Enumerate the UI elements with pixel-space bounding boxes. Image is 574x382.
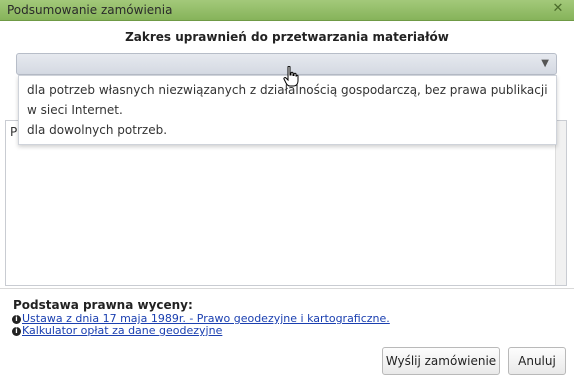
hand-pointer-icon [283, 66, 299, 87]
info-icon: i [12, 314, 21, 324]
chevron-down-icon[interactable]: ▼ [541, 58, 549, 69]
info-icon: i [12, 326, 21, 336]
notes-scrollbar[interactable] [555, 121, 566, 285]
divider [0, 288, 574, 289]
legal-link-row: i Kalkulator opłat za dane geodezyjne [12, 324, 222, 337]
dialog-title: Podsumowanie zamówienia [7, 3, 173, 17]
close-icon[interactable]: ✕ [550, 1, 566, 17]
permissions-option-any-use[interactable]: dla dowolnych potrzeb. [19, 120, 556, 140]
dialog-titlebar: Podsumowanie zamówienia ✕ [0, 0, 574, 21]
permissions-heading: Zakres uprawnień do przetwarzania materi… [125, 30, 449, 44]
send-order-button[interactable]: Wyślij zamówienie [382, 347, 500, 375]
notes-text: P [10, 125, 18, 139]
cancel-button[interactable]: Anuluj [508, 347, 566, 375]
fee-calculator-link[interactable]: Kalkulator opłat za dane geodezyjne [22, 324, 222, 337]
legal-basis-heading: Podstawa prawna wyceny: [13, 298, 193, 312]
